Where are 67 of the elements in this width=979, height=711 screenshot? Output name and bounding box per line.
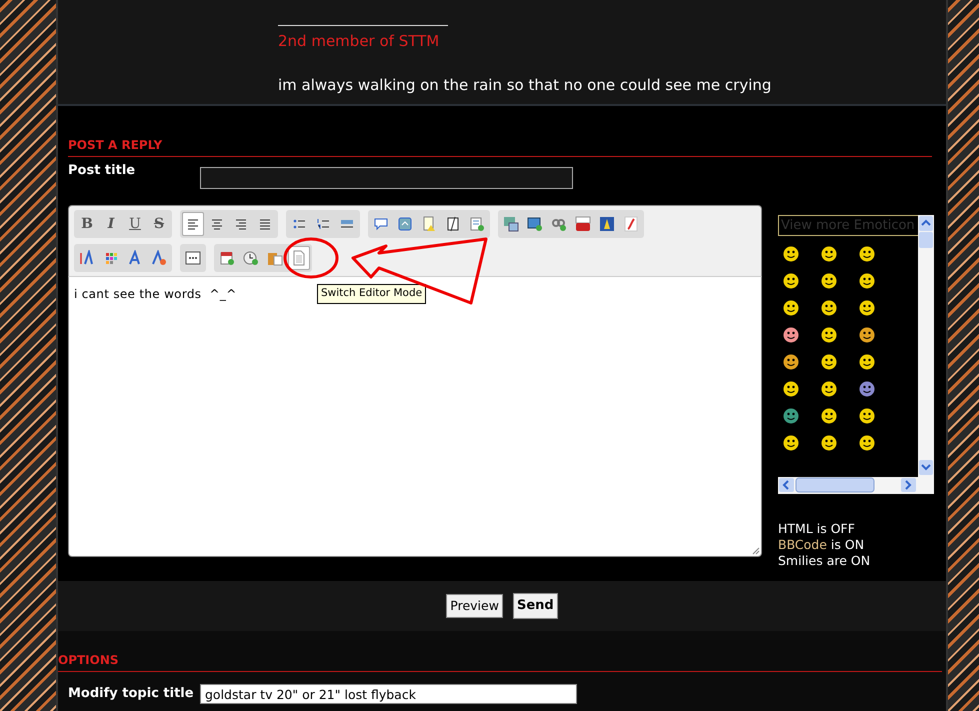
smiley-icon[interactable] — [859, 300, 875, 316]
code-icon — [397, 216, 413, 232]
topic-title-field[interactable]: goldstar tv 20" or 21" lost flyback — [200, 684, 577, 704]
smiley-icon[interactable] — [821, 327, 837, 343]
clock-icon — [243, 250, 259, 266]
document-icon — [291, 250, 307, 266]
signature-text: im always walking on the rain so that no one could see me crying — [278, 74, 772, 96]
bbcode-link[interactable]: BBCode — [778, 537, 827, 552]
status-line: Smilies are ON — [778, 553, 872, 569]
smiley-icon[interactable] — [783, 300, 799, 316]
bold-button[interactable]: B — [76, 212, 98, 236]
smiley-icon[interactable] — [859, 435, 875, 451]
smiley-icon[interactable] — [783, 273, 799, 289]
smiley-icon[interactable] — [821, 408, 837, 424]
underline-button[interactable]: U — [124, 212, 146, 236]
field-label: Post title — [68, 162, 136, 180]
smiley-icon[interactable] — [783, 327, 799, 343]
text-color-icon — [79, 250, 95, 266]
smiley-icon[interactable] — [783, 435, 799, 451]
smiley-icon[interactable] — [821, 354, 837, 370]
title-field[interactable] — [200, 167, 573, 189]
smiley-icon[interactable] — [821, 435, 837, 451]
calendar-icon — [219, 250, 235, 266]
resize-grip-icon[interactable] — [752, 547, 760, 555]
status-line: BBCode is ON — [778, 537, 866, 553]
clipboard-icon — [267, 250, 283, 266]
section-heading: POST A REPLY — [68, 136, 932, 157]
tooltip: Switch Editor Mode — [317, 284, 426, 304]
smiley-icon[interactable] — [859, 273, 875, 289]
signature-rank: 2nd member of STTM — [278, 31, 440, 52]
more-icon — [185, 250, 201, 266]
section-heading: OPTIONS — [58, 651, 942, 672]
horizontal-scrollbar[interactable] — [778, 477, 934, 494]
font-size-icon — [151, 250, 167, 266]
table-add-icon — [469, 216, 485, 232]
annotation-circle — [284, 238, 338, 278]
align-left-button[interactable] — [182, 212, 204, 236]
warning-document-icon — [421, 216, 437, 232]
field-label: Modify topic title — [68, 685, 195, 704]
smiley-icon[interactable] — [783, 381, 799, 397]
smiley-icon[interactable] — [859, 381, 875, 397]
speech-bubble-icon — [373, 216, 389, 232]
smiley-icon[interactable] — [821, 300, 837, 316]
numbered-list-icon — [315, 216, 331, 232]
font-icon — [127, 250, 143, 266]
smiley-icon[interactable] — [783, 246, 799, 262]
smiley-icon[interactable] — [859, 246, 875, 262]
status-line: HTML is OFF — [778, 521, 856, 537]
strike-button[interactable]: S — [148, 212, 170, 236]
smiley-icon[interactable] — [821, 246, 837, 262]
smiley-icon[interactable] — [859, 408, 875, 424]
smiley-icon[interactable] — [821, 273, 837, 289]
document-button[interactable] — [288, 246, 310, 270]
form-button[interactable]: Preview — [446, 594, 503, 618]
slashed-page-icon — [445, 216, 461, 232]
image-save-icon — [503, 216, 519, 232]
image-add-icon — [527, 216, 543, 232]
vertical-scrollbar[interactable] — [918, 215, 934, 477]
chain-link-icon — [551, 216, 567, 232]
color-palette-icon — [103, 250, 119, 266]
smiley-icon[interactable] — [859, 327, 875, 343]
smiley-icon[interactable] — [859, 354, 875, 370]
italic-button[interactable]: I — [100, 212, 122, 236]
form-button[interactable]: Send — [512, 593, 558, 619]
smiley-icon[interactable] — [783, 354, 799, 370]
smiley-icon[interactable] — [783, 408, 799, 424]
smiley-icon[interactable] — [821, 381, 837, 397]
